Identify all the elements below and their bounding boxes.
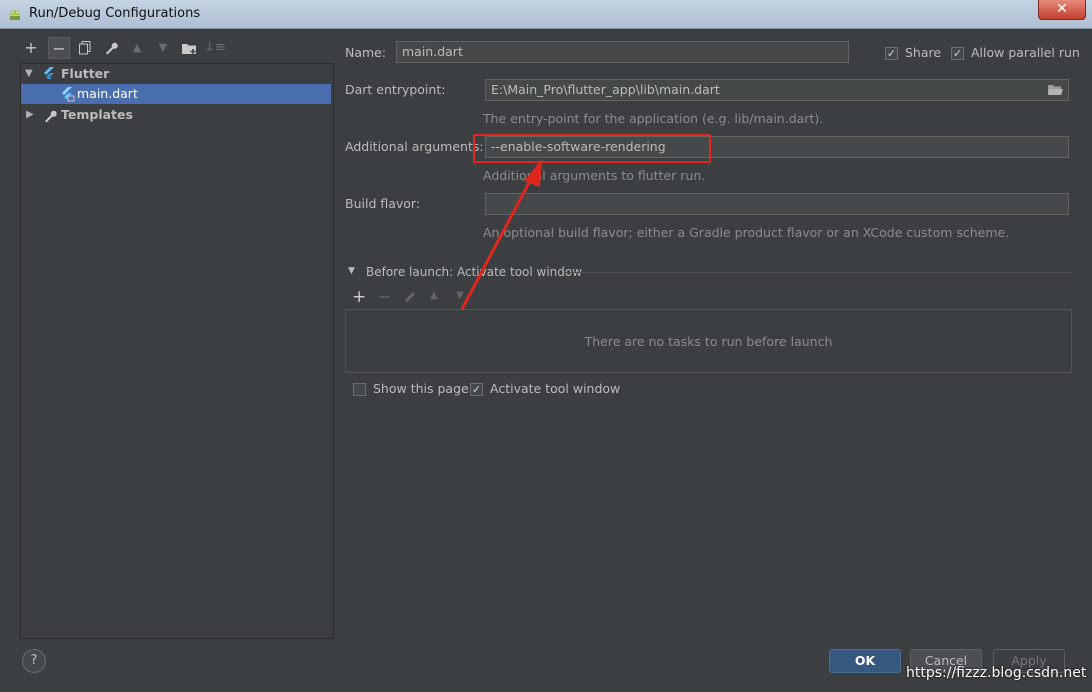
activate-tool-window-label: Activate tool window [490, 381, 621, 396]
wrench-icon [45, 110, 57, 123]
tree-label-templates: Templates [61, 107, 133, 122]
share-label: Share [905, 45, 942, 60]
show-page-label: Show this page [373, 381, 469, 396]
dialog-content: + − ▲ ▼ ↓≡ ▼ Flutter main.dart ▶ Templat… [6, 29, 1086, 687]
tree-label-flutter: Flutter [61, 66, 110, 81]
tasks-empty-text: There are no tasks to run before launch [584, 334, 833, 349]
config-toolbar: + − ▲ ▼ ↓≡ [20, 37, 320, 61]
name-field[interactable]: main.dart [396, 41, 849, 63]
run-debug-dialog: Run/Debug Configurations ✕ + − ▲ ▼ ↓≡ ▼ [0, 0, 1092, 692]
share-checkbox[interactable]: ✓ [885, 47, 898, 60]
section-divider [564, 272, 1072, 273]
close-button[interactable]: ✕ [1038, 0, 1086, 20]
remove-icon[interactable]: − [48, 37, 70, 59]
copy-icon[interactable] [74, 37, 96, 59]
flutter-config-icon [62, 87, 75, 102]
move-down-icon[interactable]: ▼ [152, 37, 174, 59]
help-button[interactable]: ? [22, 649, 46, 673]
parallel-checkbox[interactable]: ✓ [951, 47, 964, 60]
wrench-icon[interactable] [100, 37, 122, 59]
tree-label-main-dart: main.dart [77, 86, 138, 101]
entrypoint-hint: The entry-point for the application (e.g… [483, 111, 824, 126]
show-page-checkbox[interactable] [353, 383, 366, 396]
annotation-arrow [460, 159, 542, 310]
move-task-up-icon[interactable]: ▲ [430, 290, 438, 301]
expand-arrow-icon[interactable]: ▼ [25, 64, 33, 84]
add-task-icon[interactable]: + [352, 287, 366, 307]
before-launch-toggle-icon[interactable]: ▼ [348, 266, 355, 276]
window-title: Run/Debug Configurations [29, 6, 201, 21]
android-icon [10, 10, 20, 20]
add-icon[interactable]: + [20, 37, 42, 59]
tree-item-main-dart[interactable]: main.dart [21, 84, 331, 104]
tree-item-templates[interactable]: ▶ Templates [21, 105, 331, 125]
sort-icon[interactable]: ↓≡ [204, 37, 226, 59]
tree-item-flutter[interactable]: ▼ Flutter [21, 64, 331, 84]
title-bar: Run/Debug Configurations ✕ [0, 0, 1092, 29]
remove-task-icon[interactable]: − [378, 287, 391, 306]
parallel-label: Allow parallel run [971, 45, 1080, 60]
config-tree: ▼ Flutter main.dart ▶ Templates [20, 63, 334, 639]
activate-tool-window-checkbox[interactable]: ✓ [470, 383, 483, 396]
flutter-icon [44, 67, 54, 79]
watermark: https://fizzz.blog.csdn.net [906, 665, 1087, 681]
entrypoint-label: Dart entrypoint: [345, 82, 446, 97]
folder-add-icon[interactable] [178, 37, 200, 59]
name-label: Name: [345, 45, 387, 60]
flavor-field[interactable] [485, 193, 1069, 215]
tasks-list: There are no tasks to run before launch [345, 309, 1072, 373]
flavor-label: Build flavor: [345, 196, 421, 211]
flavor-hint: An optional build flavor; either a Gradl… [483, 225, 1010, 240]
folder-browse-icon[interactable] [1048, 84, 1063, 96]
move-up-icon[interactable]: ▲ [126, 37, 148, 59]
entrypoint-field[interactable]: E:\Main_Pro\flutter_app\lib\main.dart [485, 79, 1069, 101]
args-label: Additional arguments: [345, 139, 484, 154]
edit-task-icon[interactable] [404, 291, 416, 303]
collapse-arrow-icon[interactable]: ▶ [26, 105, 34, 125]
ok-button[interactable]: OK [829, 649, 901, 673]
